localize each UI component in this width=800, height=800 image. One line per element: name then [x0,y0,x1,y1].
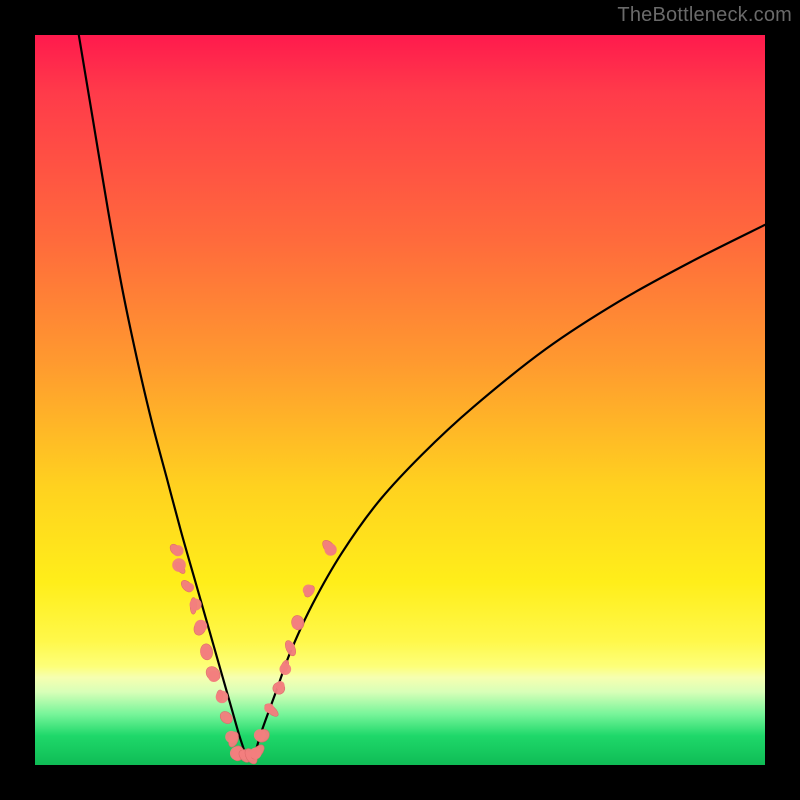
marker-left-cluster [172,558,187,575]
chart-frame: TheBottleneck.com [0,0,800,800]
chart-plot-area [35,35,765,765]
chart-svg [35,35,765,765]
marker-right-cluster [320,538,338,557]
marker-right-cluster [271,681,286,696]
marker-right-cluster [290,614,305,631]
marker-right-cluster [263,702,280,719]
curve-left-branch [79,35,247,758]
marker-left-cluster [168,542,183,557]
marker-right-cluster [279,659,291,675]
marker-left-cluster [179,578,194,594]
curve-layer [79,35,765,758]
curve-right-branch [254,225,765,758]
attribution-text: TheBottleneck.com [617,4,792,27]
marker-left-cluster [199,643,213,661]
marker-right-cluster [302,584,316,599]
marker-right-cluster [254,727,272,745]
